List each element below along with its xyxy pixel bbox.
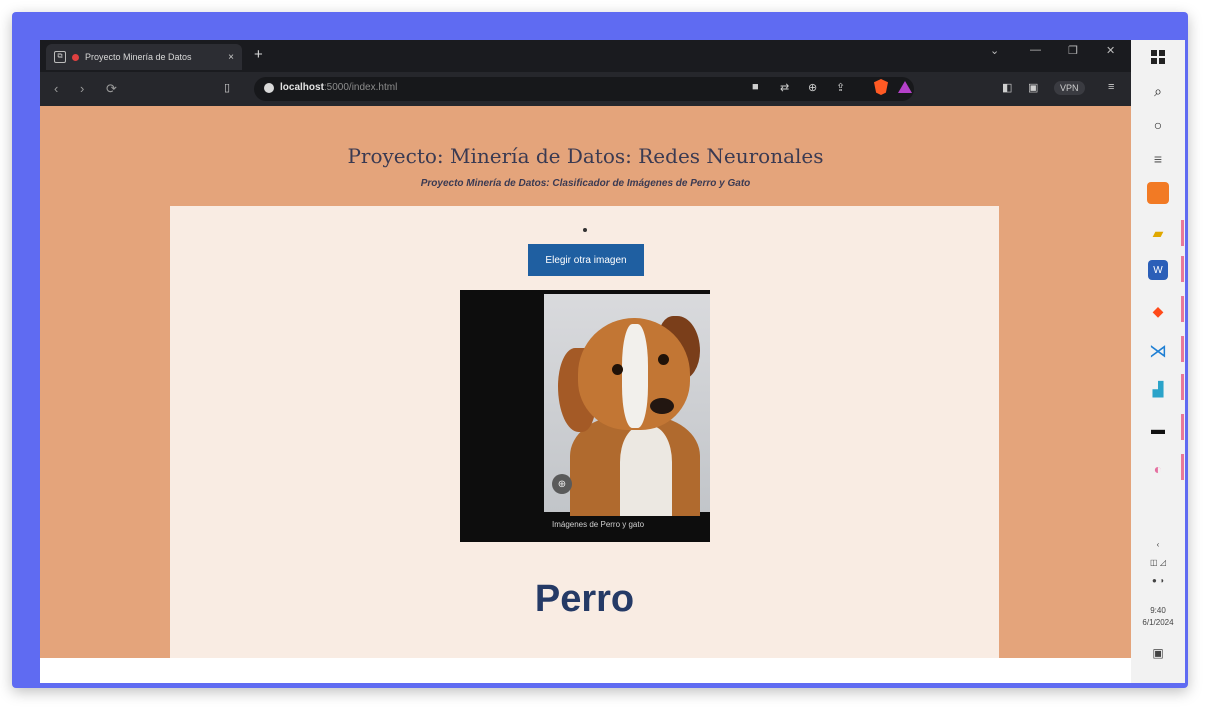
- translate-icon[interactable]: ⇄: [780, 81, 789, 94]
- windows-taskbar: ⌕ ○ ≡ ▰ W ◆ ⋊ ▟ ▬ ◐ ‹ ◫ ◿ ● ◑ 9:40 6/1/2…: [1131, 40, 1185, 683]
- page-bottom-strip: [40, 658, 1131, 683]
- address-host: localhost: [280, 82, 324, 93]
- dog-left-eye: [612, 364, 623, 375]
- volume-icon[interactable]: ● ◑: [1137, 576, 1179, 585]
- taskbar-active-marker: [1181, 256, 1184, 282]
- notification-icon[interactable]: ▣: [1137, 646, 1179, 660]
- back-button[interactable]: ‹: [54, 81, 58, 96]
- dog-nose: [650, 398, 674, 414]
- network-icon[interactable]: ◫ ◿: [1137, 558, 1179, 567]
- browser-tab[interactable]: ⧉ Proyecto Minería de Datos ×: [46, 44, 242, 70]
- recording-indicator-icon: [72, 53, 79, 61]
- camera-icon[interactable]: ■: [752, 81, 759, 93]
- wallet-icon[interactable]: ▣: [1028, 81, 1038, 94]
- bookmark-icon[interactable]: ▯: [224, 81, 230, 94]
- choose-image-button[interactable]: Elegir otra imagen: [528, 244, 644, 276]
- desktop-screen: ⧉ Proyecto Minería de Datos × + ⌄ — ❐ ✕ …: [40, 40, 1185, 683]
- share-icon[interactable]: ⇪: [836, 81, 845, 94]
- word-icon[interactable]: W: [1148, 260, 1168, 280]
- taskbar-active-marker: [1181, 454, 1184, 480]
- page-title: Proyecto: Minería de Datos: Redes Neuron…: [347, 144, 824, 168]
- vscode-icon[interactable]: ⋊: [1145, 338, 1171, 364]
- app-icon[interactable]: [1147, 182, 1169, 204]
- tab-title: Proyecto Minería de Datos: [85, 52, 192, 62]
- widgets-icon[interactable]: ≡: [1145, 146, 1171, 172]
- brave-rewards-icon[interactable]: [898, 81, 912, 93]
- vpn-button[interactable]: VPN: [1054, 81, 1085, 95]
- taskbar-active-marker: [1181, 414, 1184, 440]
- date[interactable]: 6/1/2024: [1137, 618, 1179, 627]
- dog-chest: [620, 426, 672, 516]
- sidebar-toggle-icon[interactable]: ◧: [1002, 81, 1012, 94]
- separator-dot: [583, 228, 587, 232]
- address-url: localhost:5000/index.html: [280, 82, 397, 93]
- screenshot-frame: ⧉ Proyecto Minería de Datos × + ⌄ — ❐ ✕ …: [12, 12, 1188, 688]
- browser-toolbar: ‹ › ⟳ ▯ localhost:5000/index.html ■ ⇄ ⊕ …: [40, 72, 1131, 106]
- dog-right-eye: [658, 354, 669, 365]
- search-icon[interactable]: ⌕: [1145, 78, 1171, 104]
- content-card: Elegir otra imagen ⊕ Imágenes de Perro y…: [170, 206, 999, 666]
- new-tab-button[interactable]: +: [254, 46, 263, 63]
- file-explorer-icon[interactable]: ▰: [1145, 220, 1171, 246]
- tray-chevron-icon[interactable]: ‹: [1137, 540, 1179, 549]
- clock[interactable]: 9:40: [1137, 606, 1179, 615]
- brave-icon[interactable]: ◆: [1145, 298, 1171, 324]
- site-info-icon[interactable]: [264, 83, 274, 93]
- browser-tab-bar: ⧉ Proyecto Minería de Datos × + ⌄ — ❐ ✕: [40, 40, 1131, 72]
- taskbar-active-marker: [1181, 374, 1184, 400]
- image-caption: Imágenes de Perro y gato: [552, 520, 645, 529]
- tab-search-icon[interactable]: ⌄: [990, 44, 999, 57]
- taskview-icon[interactable]: ○: [1145, 112, 1171, 138]
- web-page: Proyecto: Minería de Datos: Redes Neuron…: [40, 106, 1131, 666]
- tab-favicon-icon: ⧉: [54, 51, 66, 63]
- taskbar-active-marker: [1181, 336, 1184, 362]
- taskbar-active-marker: [1181, 296, 1184, 322]
- dog-blaze: [622, 324, 648, 428]
- uploaded-dog-image: ⊕ Imágenes de Perro y gato: [460, 290, 710, 542]
- close-window-button[interactable]: ✕: [1106, 44, 1115, 57]
- image-badge-icon: ⊕: [552, 474, 572, 494]
- maximize-button[interactable]: ❐: [1068, 44, 1078, 57]
- chart-app-icon[interactable]: ▟: [1145, 376, 1171, 402]
- menu-icon[interactable]: ≡: [1108, 81, 1114, 93]
- terminal-icon[interactable]: ▬: [1145, 416, 1171, 442]
- windows-icon[interactable]: [1145, 44, 1171, 70]
- page-subtitle: Proyecto Minería de Datos: Clasificador …: [420, 178, 751, 189]
- forward-button[interactable]: ›: [80, 81, 84, 96]
- reload-button[interactable]: ⟳: [106, 81, 117, 97]
- minimize-button[interactable]: —: [1030, 44, 1041, 56]
- paint-icon[interactable]: ◐: [1145, 456, 1171, 482]
- address-path: :5000/index.html: [323, 82, 398, 93]
- taskbar-active-marker: [1181, 220, 1184, 246]
- prediction-label: Perro: [534, 578, 635, 620]
- zoom-icon[interactable]: ⊕: [808, 81, 817, 94]
- tab-close-icon[interactable]: ×: [228, 52, 234, 63]
